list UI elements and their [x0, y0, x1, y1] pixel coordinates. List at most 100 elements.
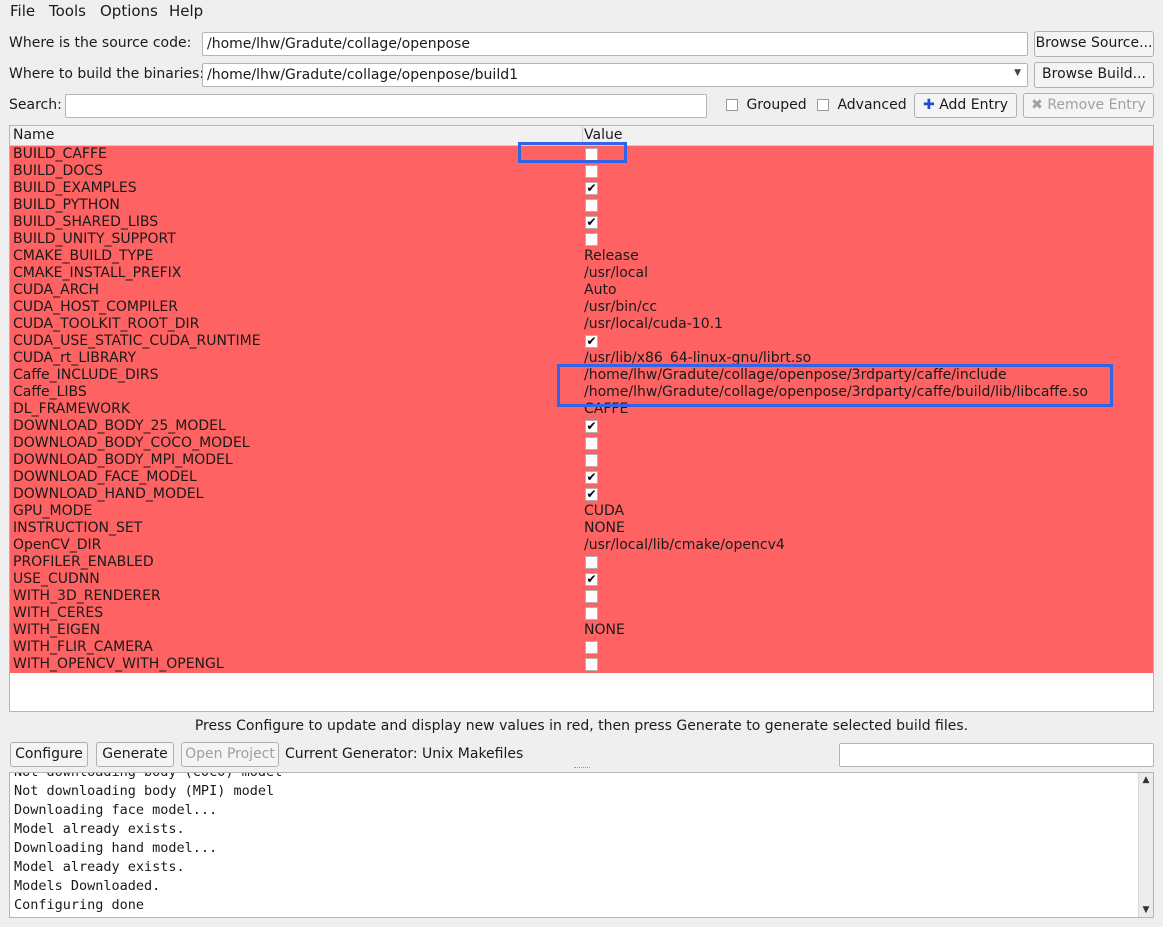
row-checkbox[interactable]	[585, 233, 598, 246]
row-name: CUDA_ARCH	[13, 282, 100, 298]
table-row[interactable]: CUDA_USE_STATIC_CUDA_RUNTIME ✔	[10, 333, 1153, 350]
menu-tools[interactable]: Tools	[49, 2, 86, 20]
menu-help[interactable]: Help	[169, 2, 203, 20]
row-value[interactable]: NONE	[584, 622, 625, 639]
table-row[interactable]: CUDA_TOOLKIT_ROOT_DIR/usr/local/cuda-10.…	[10, 316, 1153, 333]
remove-entry-button[interactable]: ✖ Remove Entry	[1023, 93, 1154, 118]
row-name: CUDA_rt_LIBRARY	[13, 350, 137, 366]
row-checkbox[interactable]	[585, 199, 598, 212]
row-checkbox-checked[interactable]: ✔	[585, 488, 598, 501]
build-path-combobox[interactable]: /home/lhw/Gradute/collage/openpose/build…	[202, 63, 1028, 87]
table-row[interactable]: INSTRUCTION_SET NONE	[10, 520, 1153, 537]
row-checkbox[interactable]	[585, 658, 598, 671]
table-row[interactable]: PROFILER_ENABLED	[10, 554, 1153, 571]
table-row[interactable]: GPU_MODE CUDA	[10, 503, 1153, 520]
grouped-checkbox[interactable]: Grouped	[726, 97, 807, 113]
chevron-down-icon[interactable]: ▼	[1014, 68, 1021, 78]
table-row[interactable]: DOWNLOAD_BODY_MPI_MODEL	[10, 452, 1153, 469]
row-value[interactable]: /usr/local/lib/cmake/opencv4	[584, 537, 785, 554]
table-row[interactable]: WITH_OPENCV_WITH_OPENGL	[10, 656, 1153, 673]
table-row[interactable]: DOWNLOAD_HAND_MODEL ✔	[10, 486, 1153, 503]
add-entry-label: Add Entry	[939, 97, 1008, 113]
row-value[interactable]: CUDA	[584, 503, 624, 520]
log-scrollbar[interactable]: ▲ ▼	[1138, 773, 1153, 917]
add-entry-button[interactable]: ✚ Add Entry	[914, 93, 1017, 118]
row-checkbox[interactable]	[585, 454, 598, 467]
scroll-up-arrow-icon[interactable]: ▲	[1139, 773, 1153, 787]
row-checkbox[interactable]	[585, 437, 598, 450]
configure-hint: Press Configure to update and display ne…	[194, 718, 969, 734]
output-log[interactable]: Not downloading body (COCO) model Not dow…	[9, 772, 1154, 918]
row-name: BUILD_EXAMPLES	[13, 180, 137, 196]
checkmark-icon: ✔	[586, 334, 597, 348]
row-checkbox[interactable]	[585, 590, 598, 603]
row-checkbox-checked[interactable]: ✔	[585, 182, 598, 195]
advanced-checkbox-box[interactable]	[817, 99, 829, 111]
table-row[interactable]: BUILD_DOCS	[10, 163, 1153, 180]
build-label: Where to build the binaries:	[9, 66, 205, 82]
checkmark-icon: ✔	[586, 470, 597, 484]
remove-entry-label: Remove Entry	[1047, 97, 1146, 113]
row-value[interactable]: Auto	[584, 282, 617, 299]
row-value[interactable]: /usr/local	[584, 265, 648, 282]
row-value[interactable]: /usr/bin/cc	[584, 299, 657, 316]
table-row[interactable]: WITH_CERES	[10, 605, 1153, 622]
row-name: WITH_FLIR_CAMERA	[13, 639, 153, 655]
row-name: USE_CUDNN	[13, 571, 100, 587]
column-name-header[interactable]: Name	[13, 127, 54, 143]
open-project-button[interactable]: Open Project	[181, 742, 279, 767]
table-row[interactable]: USE_CUDNN ✔	[10, 571, 1153, 588]
row-name: DL_FRAMEWORK	[13, 401, 131, 417]
row-checkbox[interactable]	[585, 556, 598, 569]
row-checkbox[interactable]	[585, 165, 598, 178]
log-line: Downloading face model...	[14, 802, 218, 818]
row-name: Caffe_INCLUDE_DIRS	[13, 367, 159, 383]
row-value[interactable]: NONE	[584, 520, 625, 537]
row-name: BUILD_CAFFE	[13, 146, 107, 162]
row-name: CUDA_USE_STATIC_CUDA_RUNTIME	[13, 333, 261, 349]
configure-button[interactable]: Configure	[10, 742, 88, 767]
table-row[interactable]: BUILD_PYTHON	[10, 197, 1153, 214]
splitter-handle[interactable]	[574, 767, 590, 770]
table-row[interactable]: WITH_3D_RENDERER	[10, 588, 1153, 605]
grouped-checkbox-box[interactable]	[726, 99, 738, 111]
table-row[interactable]: DOWNLOAD_BODY_25_MODEL ✔	[10, 418, 1153, 435]
table-row[interactable]: WITH_EIGEN NONE	[10, 622, 1153, 639]
table-row[interactable]: BUILD_SHARED_LIBS ✔	[10, 214, 1153, 231]
scroll-down-arrow-icon[interactable]: ▼	[1139, 903, 1153, 917]
generate-button[interactable]: Generate	[96, 742, 174, 767]
row-checkbox-checked[interactable]: ✔	[585, 420, 598, 433]
row-checkbox[interactable]	[585, 641, 598, 654]
row-name: BUILD_DOCS	[13, 163, 104, 179]
column-value-header[interactable]: Value	[584, 127, 622, 143]
checkmark-icon: ✔	[586, 215, 597, 229]
row-name: GPU_MODE	[13, 503, 93, 519]
table-row[interactable]: BUILD_EXAMPLES ✔	[10, 180, 1153, 197]
log-line: Models Downloaded.	[14, 878, 161, 894]
row-value[interactable]: Release	[584, 248, 639, 265]
table-row[interactable]: CMAKE_BUILD_TYPE Release	[10, 248, 1153, 265]
table-row[interactable]: CUDA_ARCH Auto	[10, 282, 1153, 299]
table-row[interactable]: CUDA_HOST_COMPILER/usr/bin/cc	[10, 299, 1153, 316]
row-checkbox-checked[interactable]: ✔	[585, 573, 598, 586]
table-row[interactable]: OpenCV_DIR/usr/local/lib/cmake/opencv4	[10, 537, 1153, 554]
advanced-checkbox[interactable]: Advanced	[817, 97, 907, 113]
menu-file[interactable]: File	[10, 2, 35, 20]
menu-options[interactable]: Options	[100, 2, 158, 20]
table-row[interactable]: DOWNLOAD_BODY_COCO_MODEL	[10, 435, 1153, 452]
row-checkbox-checked[interactable]: ✔	[585, 471, 598, 484]
row-checkbox[interactable]	[585, 607, 598, 620]
row-value[interactable]: /usr/local/cuda-10.1	[584, 316, 723, 333]
table-row[interactable]: CMAKE_INSTALL_PREFIX/usr/local	[10, 265, 1153, 282]
table-row[interactable]: DOWNLOAD_FACE_MODEL ✔	[10, 469, 1153, 486]
table-row[interactable]: WITH_FLIR_CAMERA	[10, 639, 1153, 656]
row-checkbox-checked[interactable]: ✔	[585, 335, 598, 348]
search-input[interactable]	[65, 94, 707, 118]
source-path-input[interactable]: /home/lhw/Gradute/collage/openpose	[202, 32, 1028, 56]
row-checkbox-checked[interactable]: ✔	[585, 216, 598, 229]
search-label: Search:	[9, 97, 62, 113]
row-name: BUILD_UNITY_SUPPORT	[13, 231, 176, 247]
table-row[interactable]: BUILD_UNITY_SUPPORT	[10, 231, 1153, 248]
browse-build-button[interactable]: Browse Build...	[1034, 62, 1154, 88]
browse-source-button[interactable]: Browse Source...	[1034, 31, 1154, 57]
